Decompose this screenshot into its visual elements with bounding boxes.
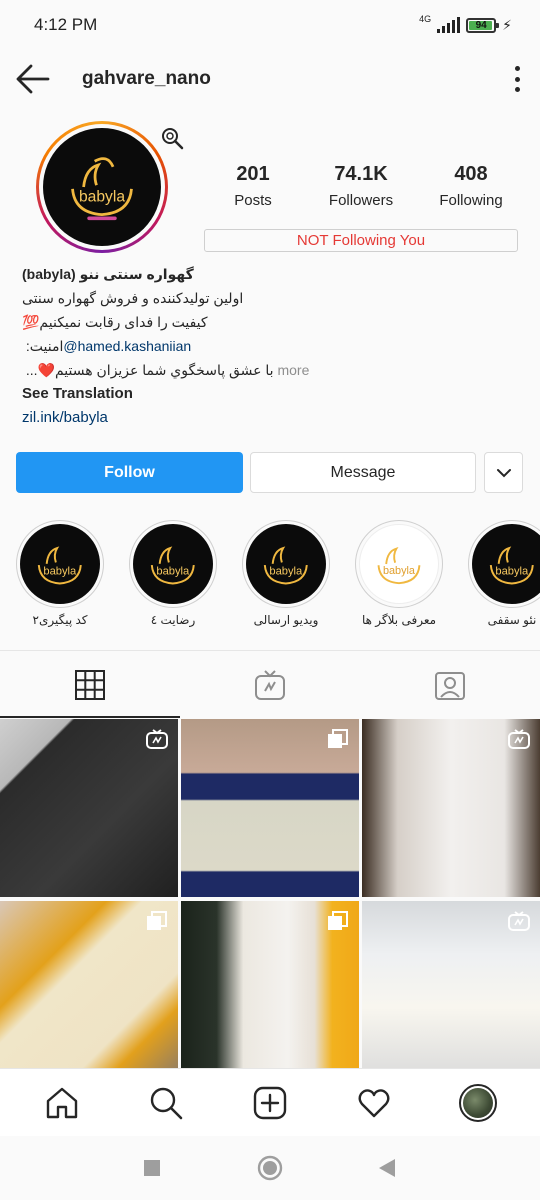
search-icon xyxy=(150,1087,183,1119)
battery-level: 94 xyxy=(475,19,487,31)
post-thumbnail[interactable] xyxy=(181,719,359,897)
svg-text:babyla: babyla xyxy=(44,565,78,577)
carousel-badge-icon xyxy=(328,911,348,930)
heart-icon xyxy=(358,1088,390,1117)
profile-avatar-small xyxy=(459,1083,497,1122)
signal-icon xyxy=(437,17,461,33)
nav-search[interactable] xyxy=(136,1073,196,1133)
highlight-label: کد پیگیری۲ xyxy=(32,613,88,627)
see-translation-link[interactable]: See Translation xyxy=(22,382,502,406)
highlight-item[interactable]: babyla نئو سقفی xyxy=(468,520,540,627)
post-thumbnail[interactable] xyxy=(0,719,178,897)
follow-button[interactable]: Follow xyxy=(16,452,243,493)
following-count[interactable]: 408 Following xyxy=(422,163,520,209)
magnifier-badge-icon xyxy=(160,126,184,150)
back-system-button[interactable] xyxy=(378,1158,396,1183)
battery-icon: 94 xyxy=(466,17,500,33)
charging-icon: ⚡ xyxy=(502,16,512,33)
posts-grid xyxy=(0,719,540,1079)
bio-mention-link[interactable]: @hamed.kashaniian xyxy=(63,338,191,354)
highlight-item[interactable]: babyla ویدیو ارسالی xyxy=(242,520,330,627)
back-arrow-icon[interactable] xyxy=(14,62,52,96)
tagged-icon xyxy=(435,672,465,700)
igtv-badge-icon xyxy=(508,911,530,931)
tab-tagged[interactable] xyxy=(360,652,540,718)
highlight-logo: babyla xyxy=(133,524,213,604)
svg-text:babyla: babyla xyxy=(157,565,191,577)
posts-count[interactable]: 201 Posts xyxy=(204,163,302,209)
status-icons: 4G 94 ⚡ xyxy=(419,13,512,34)
profile-avatar[interactable]: babyla xyxy=(36,121,168,253)
nav-add-post[interactable] xyxy=(240,1073,300,1133)
profile-bio: گهواره سنتی ننو (babyla) اولین تولیدکنند… xyxy=(22,262,502,430)
add-post-icon xyxy=(253,1086,287,1119)
highlight-item[interactable]: babyla کد پیگیری۲ xyxy=(16,520,104,627)
section-divider xyxy=(0,650,540,651)
profile-header: gahvare_nano xyxy=(0,50,540,108)
igtv-badge-icon xyxy=(146,729,168,749)
system-navigation xyxy=(0,1136,540,1200)
home-system-button[interactable] xyxy=(257,1155,283,1186)
square-icon xyxy=(144,1160,160,1176)
header-username: gahvare_nano xyxy=(82,68,211,89)
network-type: 4G xyxy=(419,13,432,24)
bio-website-link[interactable]: zil.ink/babyla xyxy=(22,406,502,430)
tab-posts-grid[interactable] xyxy=(0,652,180,718)
highlight-label: ویدیو ارسالی xyxy=(253,613,319,627)
recent-apps-button[interactable] xyxy=(143,1159,161,1182)
svg-text:babyla: babyla xyxy=(383,565,416,577)
highlight-item[interactable]: babyla رضایت ٤ xyxy=(129,520,217,627)
grid-icon xyxy=(75,670,105,700)
bio-name: گهواره سنتی ننو (babyla) xyxy=(22,266,194,282)
svg-text:babyla: babyla xyxy=(270,565,304,577)
nav-activity[interactable] xyxy=(344,1073,404,1133)
highlight-logo: babyla xyxy=(20,524,100,604)
bio-more-link[interactable]: more xyxy=(277,362,309,378)
circle-icon xyxy=(257,1155,283,1181)
story-highlights: babyla کد پیگیری۲ babyla رضایت ٤ babyla … xyxy=(0,520,540,630)
post-thumbnail[interactable] xyxy=(0,901,178,1079)
highlight-label: معرفی بلاگر ها xyxy=(361,613,437,627)
nav-profile[interactable] xyxy=(448,1073,508,1133)
logo-text: babyla xyxy=(79,189,125,206)
status-bar: 4:12 PM 4G 94 ⚡ xyxy=(0,0,540,50)
profile-tabs xyxy=(0,652,540,718)
carousel-badge-icon xyxy=(328,729,348,748)
nav-home[interactable] xyxy=(32,1073,92,1133)
status-time: 4:12 PM xyxy=(34,15,98,34)
followers-count[interactable]: 74.1K Followers xyxy=(312,163,410,209)
brand-logo: babyla xyxy=(43,128,161,246)
bio-security-line: امنیت:@hamed.kashaniian xyxy=(25,338,192,354)
tab-igtv[interactable] xyxy=(180,652,360,718)
svg-text:babyla: babyla xyxy=(496,565,530,577)
bottom-navigation xyxy=(0,1068,540,1136)
igtv-badge-icon xyxy=(508,729,530,749)
home-icon xyxy=(46,1087,78,1118)
igtv-icon xyxy=(255,670,285,700)
highlight-logo: babyla xyxy=(472,524,540,604)
triangle-back-icon xyxy=(379,1159,395,1177)
post-thumbnail[interactable] xyxy=(362,901,540,1079)
bio-line: اولین تولیدکننده و فروش گهواره سنتی xyxy=(22,290,244,306)
carousel-badge-icon xyxy=(147,911,167,930)
chevron-down-icon xyxy=(496,468,511,477)
highlight-logo: babyla xyxy=(246,524,326,604)
bio-line: کیفیت را فدای رقابت نمیکنیم💯 xyxy=(22,314,208,330)
message-button[interactable]: Message xyxy=(250,452,476,493)
highlight-logo: babyla xyxy=(359,524,439,604)
highlight-item[interactable]: babyla معرفی بلاگر ها xyxy=(355,520,443,627)
bio-line: با عشق پاسخگوي شما عزيزان هستيم❤️... mor… xyxy=(25,362,310,378)
post-thumbnail[interactable] xyxy=(362,719,540,897)
highlight-label: رضایت ٤ xyxy=(150,613,196,627)
suggested-accounts-button[interactable] xyxy=(484,452,523,493)
more-vertical-icon[interactable] xyxy=(512,66,522,92)
post-thumbnail[interactable] xyxy=(181,901,359,1079)
follow-status-badge: NOT Following You xyxy=(204,229,518,252)
highlight-label: نئو سقفی xyxy=(487,613,537,627)
